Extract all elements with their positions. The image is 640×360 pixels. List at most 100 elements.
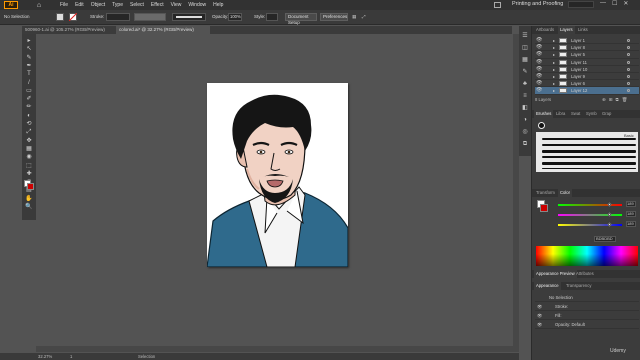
tab-document-2[interactable]: colored.ai* @ 32.27% (RGB/Preview) (116, 26, 210, 34)
chevron-right-icon[interactable]: ▸ (553, 51, 555, 58)
target-icon[interactable] (627, 53, 630, 57)
brush-definition[interactable] (172, 13, 206, 21)
appearance-icon[interactable]: ◎ (521, 128, 529, 136)
target-icon[interactable] (627, 39, 630, 42)
status-mode[interactable]: Selection (138, 353, 155, 360)
target-icon[interactable] (627, 82, 630, 86)
brush-stroke[interactable] (542, 168, 636, 169)
eye-icon[interactable]: 👁 (536, 44, 542, 51)
tab-transparency[interactable]: Transparency (564, 282, 593, 290)
tab-graphic-styles[interactable]: Grap (600, 110, 613, 118)
tab-appearance-preview[interactable]: Appearance Preview (534, 270, 577, 278)
chevron-right-icon[interactable]: ▸ (553, 73, 555, 80)
tool-icon[interactable]: ✒ (25, 63, 33, 70)
layer-row[interactable]: 👁 ▸ Layer 8 (535, 44, 639, 52)
stroke-swatch[interactable] (69, 13, 77, 21)
eye-icon[interactable]: 👁 (536, 37, 542, 44)
tool-icon[interactable]: ✐ (25, 96, 33, 103)
tool-icon[interactable]: ✎ (25, 55, 33, 62)
variable-width-profile[interactable] (134, 13, 166, 21)
chevron-right-icon[interactable]: ▸ (553, 44, 555, 51)
menu-effect[interactable]: Effect (151, 2, 164, 8)
brushes-icon[interactable]: ✎ (521, 68, 529, 76)
transparency-icon[interactable]: ◑ (521, 116, 529, 124)
red-slider[interactable] (558, 202, 622, 207)
layer-row[interactable]: 👁 ▸ Layer 11 (535, 59, 639, 66)
red-value-input[interactable]: 189 (626, 201, 636, 207)
tab-appearance[interactable]: Appearance (534, 282, 561, 290)
gradient-icon[interactable]: ◧ (521, 104, 529, 112)
eye-icon[interactable]: 👁 (536, 51, 542, 58)
preferences-button[interactable]: Preferences (320, 13, 348, 21)
menu-object[interactable]: Object (91, 2, 105, 8)
tool-icon[interactable]: ✥ (25, 138, 33, 145)
brush-stroke[interactable] (542, 138, 636, 140)
artboard-number[interactable]: 1 (70, 353, 72, 360)
tool-icon[interactable]: ✚ (25, 171, 33, 178)
eye-icon[interactable]: 👁 (536, 73, 542, 80)
tool-icon[interactable]: ⬚ (25, 163, 33, 170)
properties-icon[interactable]: ☰ (521, 32, 529, 40)
menu-view[interactable]: View (171, 2, 182, 8)
layer-row[interactable]: 👁 ▸ Layer 9 (535, 73, 639, 81)
tab-swatches[interactable]: Swat (569, 110, 582, 118)
arrange-documents-icon[interactable] (494, 2, 501, 8)
chevron-right-icon[interactable]: ▸ (553, 37, 555, 44)
chevron-right-icon[interactable]: ▸ (553, 87, 555, 94)
chevron-right-icon[interactable]: ▸ (553, 80, 555, 87)
tool-icon[interactable]: ⟲ (25, 121, 33, 128)
tab-layers[interactable]: Layers (558, 26, 575, 34)
workspace-switcher[interactable]: Printing and Proofing (512, 1, 563, 7)
appearance-stroke-row[interactable]: 👁 Stroke: (535, 303, 639, 311)
tool-icon[interactable]: ◉ (25, 154, 33, 161)
tab-document-1[interactable]: 500960-1.ai @ 105.27% (RGB/Preview) (22, 26, 116, 34)
search-input[interactable] (568, 1, 594, 8)
target-icon[interactable] (627, 46, 630, 50)
fill-stroke-widget[interactable] (24, 180, 34, 190)
tab-brushes[interactable]: Brushes (534, 110, 554, 118)
color-spectrum[interactable] (536, 246, 638, 266)
menu-type[interactable]: Type (112, 2, 123, 8)
transform-icon[interactable]: ⤢ (362, 13, 366, 21)
layer-row[interactable]: 👁 ▸ Layer 6 (535, 80, 639, 88)
green-slider[interactable] (558, 212, 622, 217)
close-button[interactable]: ✕ (623, 0, 628, 7)
eye-icon[interactable]: 👁 (536, 80, 542, 87)
menu-select[interactable]: Select (130, 2, 144, 8)
eye-icon[interactable]: 👁 (536, 87, 542, 94)
green-value-input[interactable]: 189 (626, 211, 636, 217)
target-icon[interactable] (627, 60, 630, 64)
menu-file[interactable]: File (60, 2, 68, 8)
zoom-level[interactable]: 32.27% (38, 353, 52, 360)
tab-attributes[interactable]: Attributes (574, 270, 596, 278)
tool-icon[interactable]: ▦ (25, 146, 33, 153)
align-icon[interactable]: ▦ (352, 13, 356, 21)
brush-stroke[interactable] (542, 156, 636, 158)
tool-icon[interactable]: ▭ (25, 88, 33, 95)
tab-symbols[interactable]: Symb (584, 110, 599, 118)
tab-transform[interactable]: Transform (534, 189, 557, 197)
menu-help[interactable]: Help (213, 2, 223, 8)
horizontal-scrollbar[interactable] (36, 346, 519, 352)
menu-edit[interactable]: Edit (75, 2, 84, 8)
chevron-right-icon[interactable]: ▸ (553, 59, 555, 66)
tab-links[interactable]: Links (576, 26, 590, 34)
tab-libraries[interactable]: Libra (554, 110, 567, 118)
tool-icon[interactable]: / (25, 80, 33, 87)
target-icon[interactable] (627, 89, 630, 93)
tool-icon[interactable]: ▸ (25, 38, 33, 45)
blue-slider[interactable] (558, 222, 622, 227)
eye-icon[interactable]: 👁 (537, 321, 542, 329)
appearance-fill-row[interactable]: 👁 Fill: (535, 312, 639, 320)
target-icon[interactable] (627, 75, 630, 78)
eye-icon[interactable]: 👁 (537, 303, 542, 311)
graphic-style-picker[interactable] (266, 13, 278, 21)
brush-stroke[interactable] (542, 144, 636, 146)
tool-icon[interactable]: ◐ (25, 113, 33, 120)
opacity-input[interactable]: 100% (228, 13, 242, 21)
tool-icon[interactable]: ✏ (25, 104, 33, 111)
layer-row[interactable]: 👁 ▸ Layer 5 (535, 51, 639, 59)
stroke-icon[interactable]: ≡ (521, 92, 529, 100)
layer-row[interactable]: 👁 ▸ Layer 10 (535, 66, 639, 73)
tool-icon[interactable]: T (25, 71, 33, 78)
